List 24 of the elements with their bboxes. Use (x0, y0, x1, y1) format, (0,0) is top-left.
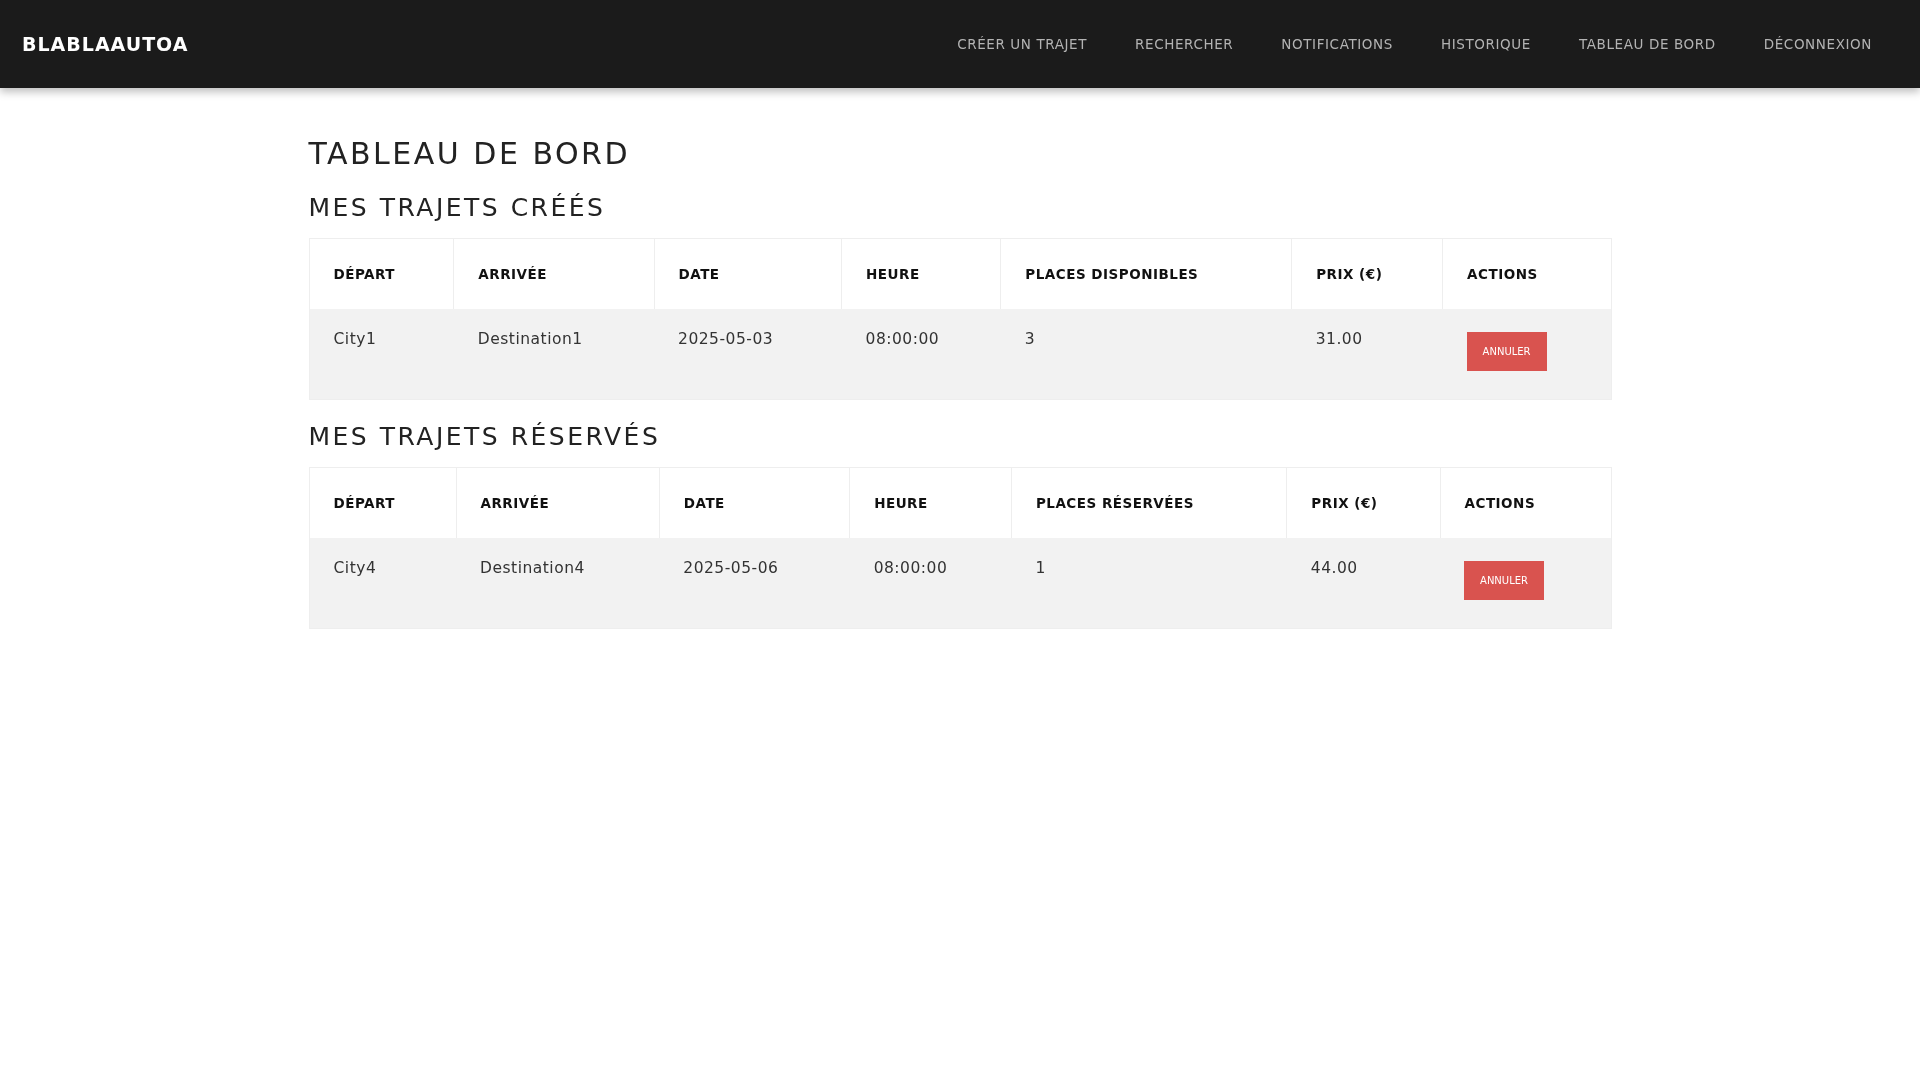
table-cell: 08:00:00 (849, 538, 1012, 629)
nav-link[interactable]: CRÉER UN TRAJET (933, 36, 1112, 52)
nav-link[interactable]: HISTORIQUE (1416, 36, 1555, 52)
table-cell: City4 (309, 538, 456, 629)
page-title: TABLEAU DE BORD (308, 136, 630, 171)
table-cell: 44.00 (1286, 538, 1441, 629)
table-cell: 2025-05-03 (654, 309, 842, 400)
cancel-button[interactable]: ANNULER (1464, 560, 1545, 600)
nav-link[interactable]: RECHERCHER (1111, 36, 1258, 52)
section-heading: MES TRAJETS CRÉÉS (308, 193, 607, 222)
section-heading: MES TRAJETS RÉSERVÉS (308, 422, 662, 451)
nav-link[interactable]: DÉCONNEXION (1739, 36, 1896, 52)
table-cell: Destination4 (456, 538, 660, 629)
nav-link[interactable]: NOTIFICATIONS (1257, 36, 1417, 52)
nav-link[interactable]: TABLEAU DE BORD (1554, 36, 1740, 52)
table-cell: City1 (309, 309, 454, 400)
table-cell: 31.00 (1291, 309, 1443, 400)
brand-logo[interactable]: BLABLAAUTOA (22, 33, 189, 55)
table-cell: 08:00:00 (841, 309, 1001, 400)
table-cell: 2025-05-06 (659, 538, 850, 629)
cancel-button[interactable]: ANNULER (1466, 331, 1547, 371)
table-cell: Destination1 (453, 309, 655, 400)
table-cell: 3 (1000, 309, 1292, 400)
table-cell: 1 (1011, 538, 1287, 629)
